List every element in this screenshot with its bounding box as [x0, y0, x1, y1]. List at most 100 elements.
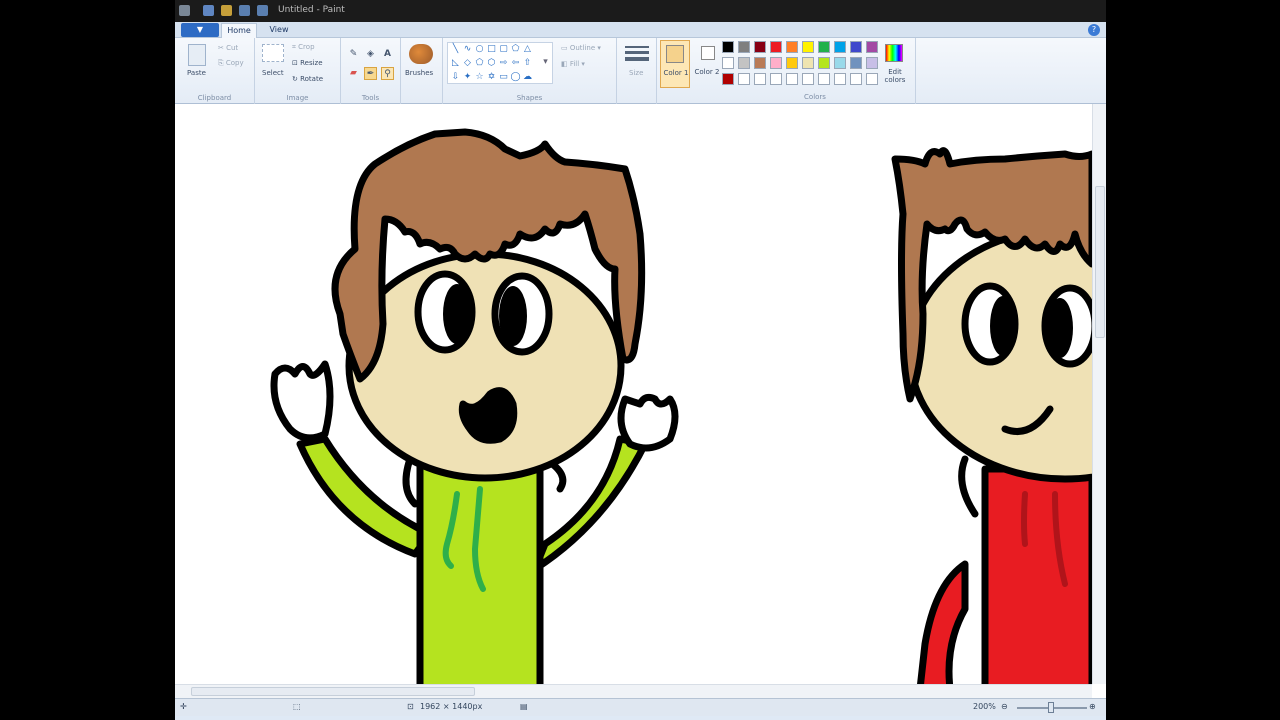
green-left-pupil — [443, 284, 471, 344]
oval-shape-icon[interactable]: ○ — [474, 44, 485, 55]
pencil-icon[interactable]: ✎ — [347, 48, 360, 61]
curve-shape-icon[interactable]: ∿ — [462, 44, 473, 55]
undo-icon[interactable] — [239, 5, 250, 16]
horizontal-scrollbar[interactable] — [175, 684, 1092, 698]
palette-swatch[interactable] — [802, 57, 814, 69]
callout-shape-icon[interactable]: ▭ — [498, 72, 509, 83]
red-hoodie-arm — [917, 560, 969, 684]
clipboard-group-label: Clipboard — [197, 94, 232, 102]
zoom-out-icon[interactable]: ⊖ — [1001, 702, 1008, 711]
edit-colors-icon[interactable] — [885, 44, 903, 62]
six-point-star-shape-icon[interactable]: ✡ — [486, 72, 497, 83]
status-bar: ✛ ⬚ ⊡ 1962 × 1440px ▤ 200% ⊖ ⊕ — [175, 698, 1106, 716]
palette-swatch[interactable] — [866, 73, 878, 85]
five-point-star-shape-icon[interactable]: ☆ — [474, 72, 485, 83]
fill-dropdown[interactable]: ◧ Fill ▾ — [561, 60, 585, 68]
palette-swatch[interactable] — [850, 73, 862, 85]
palette-swatch[interactable] — [818, 73, 830, 85]
edit-colors-button[interactable]: Edit colors — [882, 68, 908, 84]
drawing-canvas-area[interactable] — [175, 104, 1106, 698]
magnifier-icon[interactable]: ⚲ — [381, 67, 394, 80]
drawing-canvas[interactable] — [175, 104, 1092, 684]
palette-swatch[interactable] — [770, 57, 782, 69]
select-button[interactable]: Select — [262, 69, 284, 77]
text-tool-icon[interactable]: A — [381, 48, 394, 61]
paste-icon[interactable] — [188, 44, 206, 66]
palette-swatch[interactable] — [802, 41, 814, 53]
left-arrow-shape-icon[interactable]: ⇦ — [510, 58, 521, 69]
hexagon-shape-icon[interactable]: ⬡ — [486, 58, 497, 69]
palette-swatch[interactable] — [738, 41, 750, 53]
color1-button[interactable]: Color 1 — [660, 40, 690, 88]
eraser-icon[interactable]: ▰ — [347, 67, 360, 80]
palette-swatch[interactable] — [818, 57, 830, 69]
select-icon[interactable] — [262, 44, 284, 62]
palette-swatch[interactable] — [834, 73, 846, 85]
oval-callout-shape-icon[interactable]: ◯ — [510, 72, 521, 83]
vertical-scrollbar[interactable] — [1092, 104, 1106, 684]
line-shape-icon[interactable]: ╲ — [450, 44, 461, 55]
resize-button[interactable]: ⊡ Resize — [292, 59, 323, 67]
palette-swatch[interactable] — [866, 57, 878, 69]
help-icon[interactable]: ? — [1088, 24, 1100, 36]
palette-swatch[interactable] — [722, 73, 734, 85]
rectangle-shape-icon[interactable]: □ — [486, 44, 497, 55]
palette-swatch[interactable] — [738, 73, 750, 85]
palette-swatch[interactable] — [770, 73, 782, 85]
crop-button[interactable]: ⌗ Crop — [292, 43, 315, 52]
zoom-slider-thumb[interactable] — [1048, 702, 1054, 713]
triangle-shape-icon[interactable]: △ — [522, 44, 533, 55]
ribbon-end-divider — [915, 38, 916, 104]
palette-swatch[interactable] — [738, 57, 750, 69]
file-menu-button[interactable]: ▼ — [181, 23, 219, 37]
right-arrow-shape-icon[interactable]: ⇨ — [498, 58, 509, 69]
palette-swatch[interactable] — [722, 41, 734, 53]
size-line-icon[interactable] — [625, 46, 649, 48]
diamond-shape-icon[interactable]: ◇ — [462, 58, 473, 69]
pentagon-shape-icon[interactable]: ⬠ — [474, 58, 485, 69]
palette-swatch[interactable] — [722, 57, 734, 69]
palette-swatch[interactable] — [754, 57, 766, 69]
palette-swatch[interactable] — [786, 41, 798, 53]
outline-dropdown[interactable]: ▭ Outline ▾ — [561, 44, 601, 52]
right-triangle-shape-icon[interactable]: ◺ — [450, 58, 461, 69]
cloud-callout-shape-icon[interactable]: ☁ — [522, 72, 533, 83]
vertical-scroll-thumb[interactable] — [1095, 186, 1105, 338]
size-button[interactable]: Size — [629, 69, 643, 77]
up-arrow-shape-icon[interactable]: ⇧ — [522, 58, 533, 69]
ribbon: Paste ✂ Cut ⎘ Copy Clipboard Select ⌗ Cr… — [175, 38, 1106, 104]
tab-home[interactable]: Home — [221, 23, 257, 38]
save-icon[interactable] — [203, 5, 214, 16]
polygon-shape-icon[interactable]: ⬠ — [510, 44, 521, 55]
horizontal-scroll-thumb[interactable] — [191, 687, 475, 696]
open-icon[interactable] — [221, 5, 232, 16]
four-point-star-shape-icon[interactable]: ✦ — [462, 72, 473, 83]
tab-view[interactable]: View — [265, 23, 293, 38]
palette-swatch[interactable] — [754, 73, 766, 85]
palette-swatch[interactable] — [866, 41, 878, 53]
copy-button[interactable]: ⎘ Copy — [218, 59, 244, 68]
app-icon[interactable] — [179, 5, 190, 16]
palette-swatch[interactable] — [850, 57, 862, 69]
palette-swatch[interactable] — [754, 41, 766, 53]
rounded-rect-shape-icon[interactable]: ▢ — [498, 44, 509, 55]
rotate-button[interactable]: ↻ Rotate — [292, 75, 323, 83]
redo-icon[interactable] — [257, 5, 268, 16]
cut-button[interactable]: ✂ Cut — [218, 44, 238, 52]
fill-bucket-icon[interactable]: ◈ — [364, 48, 377, 61]
brushes-icon[interactable] — [409, 44, 433, 64]
color-picker-icon[interactable]: ✒ — [364, 67, 377, 80]
palette-swatch[interactable] — [834, 41, 846, 53]
palette-swatch[interactable] — [770, 41, 782, 53]
shapes-scroll-icon[interactable]: ▾ — [540, 57, 551, 68]
palette-swatch[interactable] — [834, 57, 846, 69]
palette-swatch[interactable] — [818, 41, 830, 53]
palette-swatch[interactable] — [786, 73, 798, 85]
paste-button[interactable]: Paste — [187, 69, 206, 77]
palette-swatch[interactable] — [802, 73, 814, 85]
brushes-button[interactable]: Brushes — [405, 69, 433, 77]
palette-swatch[interactable] — [850, 41, 862, 53]
down-arrow-shape-icon[interactable]: ⇩ — [450, 72, 461, 83]
palette-swatch[interactable] — [786, 57, 798, 69]
zoom-in-icon[interactable]: ⊕ — [1089, 702, 1096, 711]
